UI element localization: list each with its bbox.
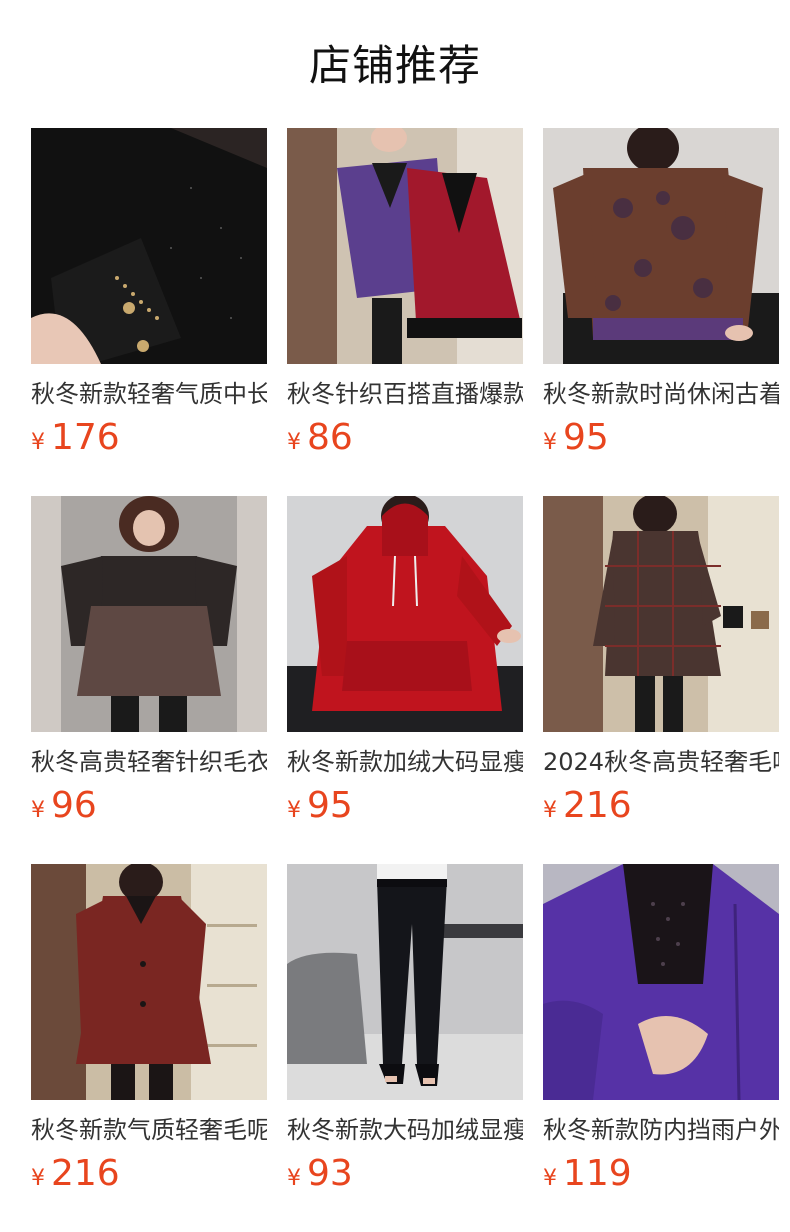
product-price: ¥216 (543, 784, 779, 828)
product-image[interactable] (31, 128, 267, 364)
red-hoodie-icon (287, 496, 523, 732)
product-image[interactable] (287, 128, 523, 364)
currency-symbol: ¥ (287, 430, 301, 455)
purple-hooded-jacket-icon (543, 864, 779, 1100)
paisley-sweatshirt-icon (543, 128, 779, 364)
product-name[interactable]: 秋冬新款大码加绒显瘦 (287, 1114, 523, 1146)
product-name[interactable]: 2024秋冬高贵轻奢毛呢 (543, 746, 779, 778)
brown-quilted-dress-icon (31, 496, 267, 732)
product-price: ¥96 (31, 784, 267, 828)
product-price: ¥176 (31, 416, 267, 460)
product-price: ¥216 (31, 1152, 267, 1196)
product-card[interactable]: 秋冬针织百搭直播爆款 ¥86 (287, 128, 523, 458)
price-value: 93 (307, 1153, 353, 1194)
burgundy-wool-coat-icon (31, 864, 267, 1100)
currency-symbol: ¥ (31, 1166, 45, 1191)
currency-symbol: ¥ (287, 1166, 301, 1191)
price-value: 119 (563, 1153, 632, 1194)
product-name[interactable]: 秋冬新款防内挡雨户外 (543, 1114, 779, 1146)
product-card[interactable]: 秋冬新款加绒大码显瘦 ¥95 (287, 496, 523, 826)
product-price: ¥95 (287, 784, 523, 828)
product-card[interactable]: 秋冬新款大码加绒显瘦 ¥93 (287, 864, 523, 1194)
product-price: ¥93 (287, 1152, 523, 1196)
product-card[interactable]: 秋冬新款时尚休闲古着风 ¥95 (543, 128, 779, 458)
product-name[interactable]: 秋冬高贵轻奢针织毛衣 (31, 746, 267, 778)
price-value: 95 (307, 785, 353, 826)
product-card[interactable]: 秋冬高贵轻奢针织毛衣 ¥96 (31, 496, 267, 826)
product-name[interactable]: 秋冬新款加绒大码显瘦 (287, 746, 523, 778)
product-image[interactable] (287, 864, 523, 1100)
product-name[interactable]: 秋冬新款轻奢气质中长款 (31, 378, 267, 410)
plaid-coat-icon (543, 496, 779, 732)
currency-symbol: ¥ (543, 1166, 557, 1191)
product-name[interactable]: 秋冬针织百搭直播爆款 (287, 378, 523, 410)
product-image[interactable] (31, 496, 267, 732)
product-name[interactable]: 秋冬新款时尚休闲古着风 (543, 378, 779, 410)
price-value: 96 (51, 785, 97, 826)
price-value: 176 (51, 417, 120, 458)
product-image[interactable] (543, 496, 779, 732)
black-sparkle-coat-icon (31, 128, 267, 364)
currency-symbol: ¥ (543, 798, 557, 823)
black-trousers-icon (287, 864, 523, 1100)
product-price: ¥119 (543, 1152, 779, 1196)
product-card[interactable]: 秋冬新款防内挡雨户外 ¥119 (543, 864, 779, 1194)
currency-symbol: ¥ (31, 430, 45, 455)
product-price: ¥86 (287, 416, 523, 460)
product-image[interactable] (543, 128, 779, 364)
product-card[interactable]: 2024秋冬高贵轻奢毛呢 ¥216 (543, 496, 779, 826)
currency-symbol: ¥ (287, 798, 301, 823)
product-image[interactable] (31, 864, 267, 1100)
price-value: 216 (563, 785, 632, 826)
page-title: 店铺推荐 (308, 41, 481, 90)
product-image[interactable] (543, 864, 779, 1100)
price-value: 86 (307, 417, 353, 458)
price-value: 216 (51, 1153, 120, 1194)
product-card[interactable]: 秋冬新款气质轻奢毛呢 ¥216 (31, 864, 267, 1194)
product-card[interactable]: 秋冬新款轻奢气质中长款 ¥176 (31, 128, 267, 458)
product-image[interactable] (287, 496, 523, 732)
currency-symbol: ¥ (31, 798, 45, 823)
product-name[interactable]: 秋冬新款气质轻奢毛呢 (31, 1114, 267, 1146)
purple-red-knit-sweater-icon (287, 128, 523, 364)
currency-symbol: ¥ (543, 430, 557, 455)
price-value: 95 (563, 417, 609, 458)
product-price: ¥95 (543, 416, 779, 460)
